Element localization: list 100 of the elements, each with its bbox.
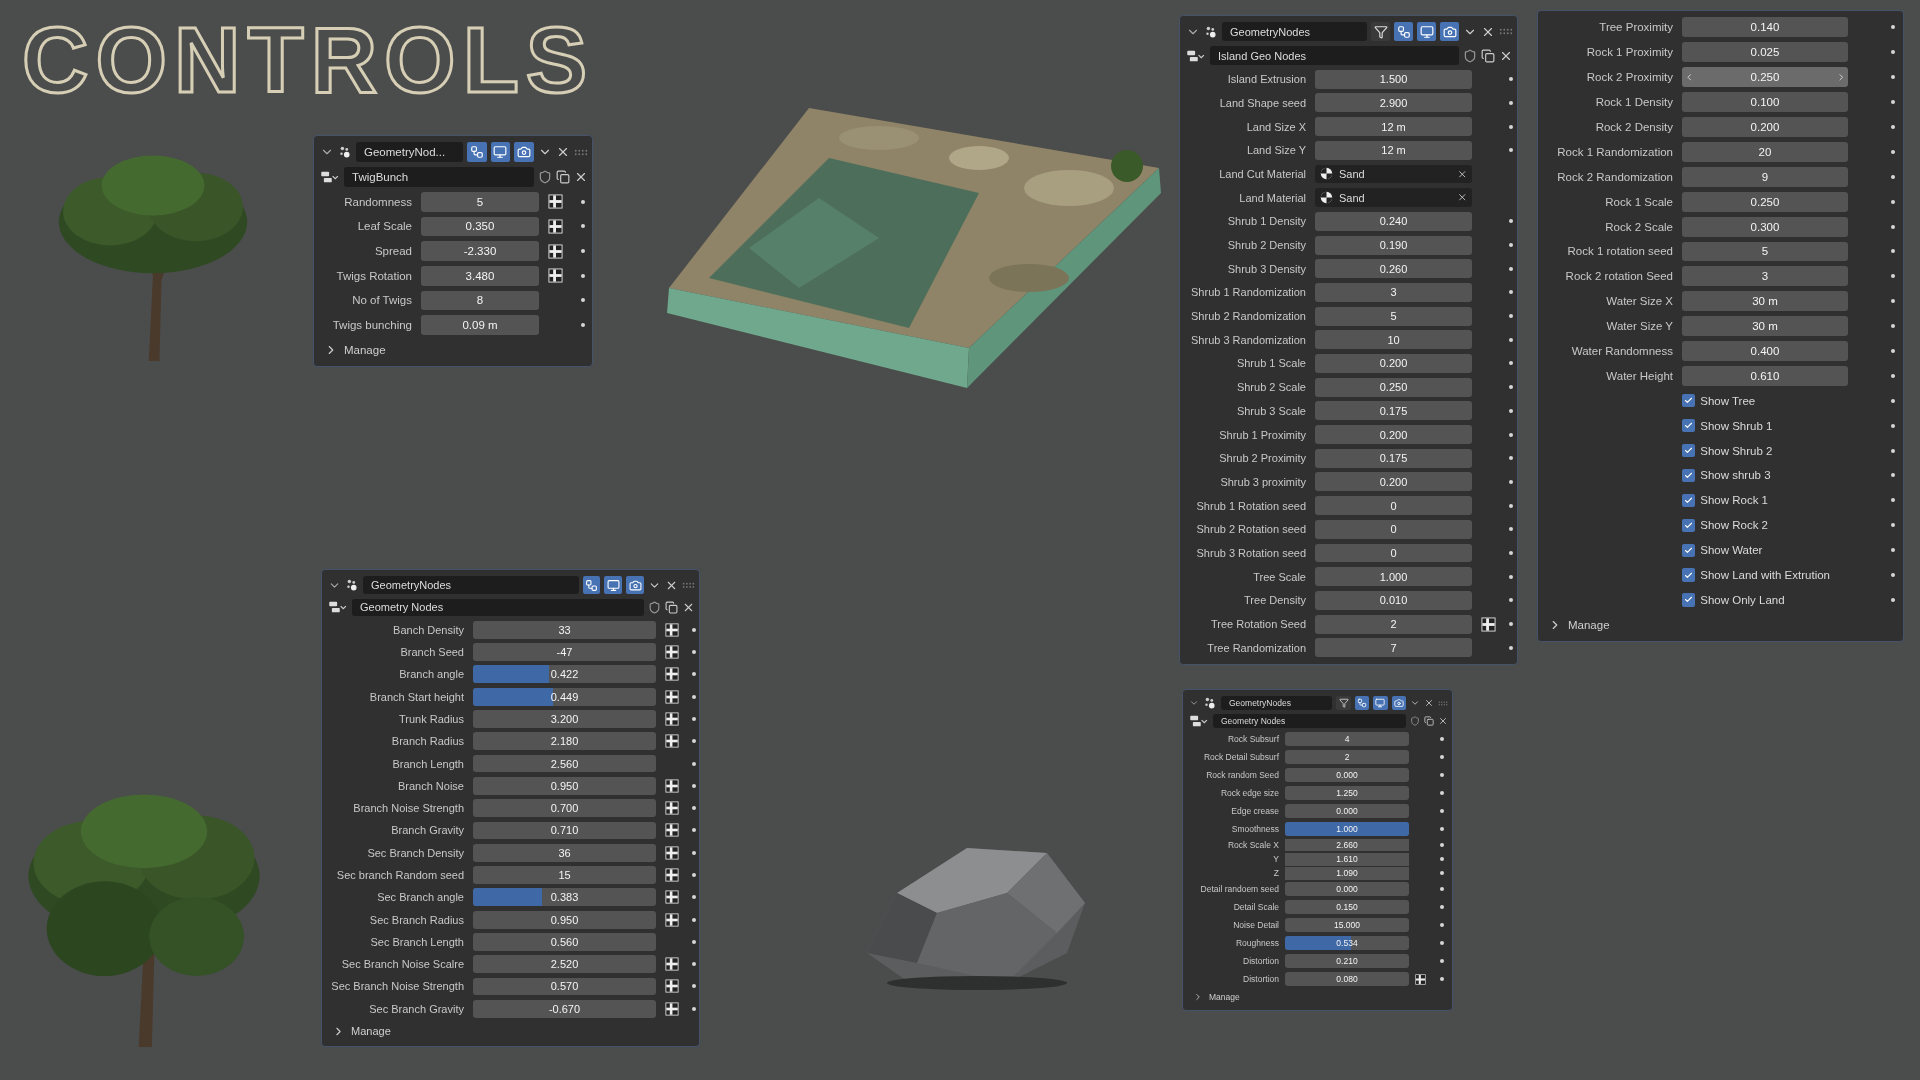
attribute-toggle-icon[interactable] <box>665 979 679 994</box>
value-field[interactable]: 0 <box>1315 519 1472 539</box>
keyframe-dot[interactable] <box>1890 473 1895 478</box>
value-field[interactable]: 0.534 <box>1285 935 1409 951</box>
keyframe-dot[interactable] <box>1890 174 1895 179</box>
value-field[interactable]: 2.900 <box>1315 93 1472 113</box>
shield-icon[interactable] <box>648 600 661 614</box>
value-field[interactable]: 7 <box>1315 638 1472 658</box>
value-field[interactable]: 0.200 <box>1682 117 1848 137</box>
keyframe-dot[interactable] <box>580 224 585 229</box>
toggle-button[interactable] <box>1417 22 1437 42</box>
keyframe-dot[interactable] <box>1508 503 1513 508</box>
value-field[interactable]: 0.400 <box>1682 341 1848 361</box>
checkbox[interactable] <box>1682 593 1696 607</box>
value-field[interactable]: 2 <box>1285 749 1409 765</box>
keyframe-dot[interactable] <box>692 850 696 855</box>
value-field[interactable]: 1.000 <box>1285 821 1409 837</box>
checkbox[interactable] <box>1682 543 1696 557</box>
keyframe-dot[interactable] <box>692 962 696 967</box>
value-field[interactable]: 0.260 <box>1315 259 1472 279</box>
value-field[interactable]: 0.010 <box>1315 590 1472 610</box>
value-field[interactable]: 8 <box>421 290 539 311</box>
attribute-toggle-icon[interactable] <box>665 667 679 682</box>
collapse-icon[interactable] <box>1189 698 1199 708</box>
keyframe-dot[interactable] <box>692 1006 696 1011</box>
keyframe-dot[interactable] <box>1508 622 1513 627</box>
node-tree-icon[interactable] <box>1189 714 1209 728</box>
value-field[interactable]: 12 m <box>1315 140 1472 160</box>
value-field[interactable]: 0.190 <box>1315 235 1472 255</box>
value-field[interactable]: 0.175 <box>1315 401 1472 421</box>
value-field[interactable]: 0.200 <box>1315 354 1472 373</box>
attribute-toggle-icon[interactable] <box>1481 616 1496 632</box>
checkbox[interactable] <box>1682 419 1696 433</box>
keyframe-dot[interactable] <box>1890 398 1895 403</box>
keyframe-dot[interactable] <box>1508 243 1513 248</box>
value-field[interactable]: 0.240 <box>1315 211 1472 231</box>
keyframe-dot[interactable] <box>1890 125 1895 129</box>
toggle-button[interactable] <box>466 142 487 163</box>
value-field[interactable]: 0.000 <box>1285 881 1409 897</box>
keyframe-dot[interactable] <box>580 298 585 303</box>
keyframe-dot[interactable] <box>1508 314 1513 319</box>
attribute-toggle-icon[interactable] <box>665 868 679 882</box>
value-field[interactable]: 2 <box>1315 614 1472 634</box>
attribute-toggle-icon[interactable] <box>548 268 563 284</box>
value-field[interactable]: 15.000 <box>1285 917 1409 933</box>
value-field[interactable]: 0.000 <box>1285 767 1409 783</box>
node-group-field[interactable]: Geometry Nodes <box>352 598 644 617</box>
attribute-toggle-icon[interactable] <box>665 622 679 637</box>
keyframe-dot[interactable] <box>1890 349 1895 353</box>
keyframe-dot[interactable] <box>1439 773 1444 777</box>
value-field[interactable]: 0.422 <box>473 665 656 684</box>
keyframe-dot[interactable] <box>1508 77 1513 82</box>
value-field[interactable]: 5 <box>421 191 539 212</box>
close-icon[interactable] <box>1424 698 1434 708</box>
keyframe-dot[interactable] <box>692 939 696 944</box>
keyframe-dot[interactable] <box>1890 498 1895 503</box>
node-group-field[interactable]: Geometry Nodes <box>1213 713 1406 729</box>
value-field[interactable]: 0 <box>1315 496 1472 516</box>
value-field[interactable]: 20 <box>1682 141 1848 162</box>
keyframe-dot[interactable] <box>1890 149 1895 154</box>
value-field[interactable]: 2.560 <box>473 754 656 773</box>
value-field[interactable]: 0.200 <box>1315 472 1472 492</box>
keyframe-dot[interactable] <box>1508 432 1513 437</box>
attribute-toggle-icon[interactable] <box>1415 973 1426 985</box>
value-field[interactable]: 3 <box>1682 266 1848 287</box>
drag-handle-icon[interactable] <box>682 581 695 589</box>
attribute-toggle-icon[interactable] <box>665 957 679 972</box>
value-field[interactable]: 0.150 <box>1285 899 1409 915</box>
value-field[interactable]: 0.140 <box>1682 17 1848 38</box>
keyframe-dot[interactable] <box>1508 574 1513 579</box>
keyframe-dot[interactable] <box>692 783 696 788</box>
keyframe-dot[interactable] <box>1439 923 1444 928</box>
modifier-name-field[interactable]: GeometryNod... <box>356 142 463 163</box>
clear-icon[interactable] <box>1456 168 1467 180</box>
value-field[interactable]: 33 <box>473 620 656 639</box>
keyframe-dot[interactable] <box>1508 124 1513 129</box>
keyframe-dot[interactable] <box>1508 266 1513 271</box>
keyframe-dot[interactable] <box>692 828 696 833</box>
duplicate-icon[interactable] <box>665 600 678 614</box>
node-group-field[interactable]: TwigBunch <box>344 167 534 187</box>
clear-icon[interactable] <box>1456 192 1467 203</box>
keyframe-dot[interactable] <box>692 739 696 744</box>
keyframe-dot[interactable] <box>692 650 696 655</box>
value-field[interactable]: 4 <box>1285 731 1409 747</box>
value-field[interactable]: 2.180 <box>473 732 656 751</box>
keyframe-dot[interactable] <box>692 761 696 766</box>
material-field[interactable]: Sand <box>1315 164 1472 184</box>
value-field[interactable]: 0.175 <box>1315 448 1472 468</box>
checkbox[interactable] <box>1682 468 1696 483</box>
value-field[interactable]: 15 <box>473 866 656 884</box>
node-tree-icon[interactable] <box>1186 48 1206 63</box>
keyframe-dot[interactable] <box>580 249 585 254</box>
keyframe-dot[interactable] <box>1890 224 1895 229</box>
value-field[interactable]: 30 m <box>1682 291 1848 312</box>
duplicate-icon[interactable] <box>1481 48 1495 63</box>
drag-handle-icon[interactable] <box>574 148 588 156</box>
keyframe-dot[interactable] <box>1439 905 1444 910</box>
checkbox[interactable] <box>1682 518 1696 532</box>
keyframe-dot[interactable] <box>1439 977 1444 982</box>
modifier-name-field[interactable]: GeometryNodes <box>1222 22 1368 42</box>
